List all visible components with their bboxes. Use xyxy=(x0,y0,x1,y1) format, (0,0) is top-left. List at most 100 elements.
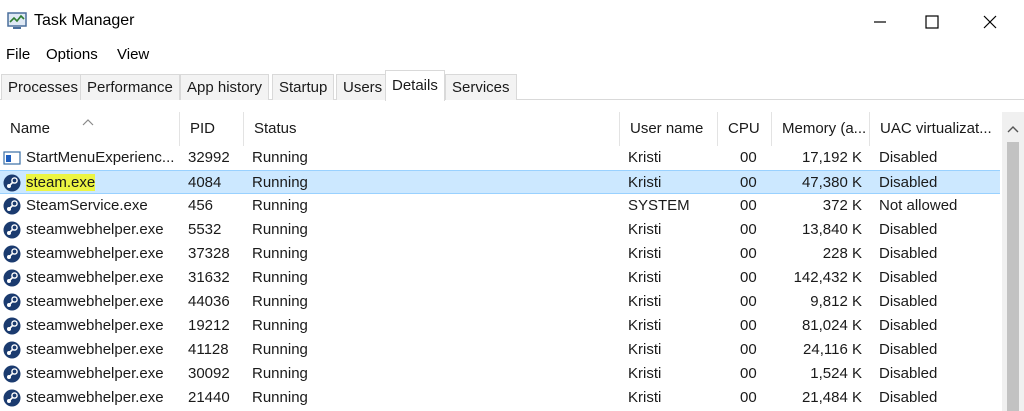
process-cpu: 00 xyxy=(740,341,757,358)
process-pid: 4084 xyxy=(188,174,222,191)
process-status: Running xyxy=(252,341,308,358)
column-header-cpu[interactable]: CPU xyxy=(718,112,772,146)
table-row[interactable]: steam.exe 4084 Running Kristi 00 47,380 K Disa… xyxy=(0,170,1000,194)
process-pid: 37328 xyxy=(188,245,230,262)
tab-strip: Processes Performance App history Startu… xyxy=(0,70,1024,101)
process-memory: 9,812 K xyxy=(810,293,862,310)
steam-icon xyxy=(3,365,21,383)
process-memory: 21,484 K xyxy=(801,389,862,406)
tab-startup[interactable]: Startup xyxy=(272,74,335,100)
process-pid: 30092 xyxy=(188,365,230,382)
scrollbar-thumb[interactable] xyxy=(1007,142,1019,411)
process-status: Running xyxy=(252,221,308,238)
process-name: steamwebhelper.exe xyxy=(26,341,164,358)
process-cpu: 00 xyxy=(740,149,757,166)
table-row[interactable]: steamwebhelper.exe 31632 Running Kristi 00 14… xyxy=(0,266,1000,290)
process-pid: 5532 xyxy=(188,221,222,238)
table-row[interactable]: steamwebhelper.exe 5532 Running Kristi 00 13,… xyxy=(0,218,1000,242)
process-uac: Disabled xyxy=(879,245,938,262)
process-uac: Disabled xyxy=(879,174,938,191)
process-cpu: 00 xyxy=(740,174,757,191)
start-menu-app-icon xyxy=(3,149,21,167)
process-user: Kristi xyxy=(628,389,662,406)
process-memory: 24,116 K xyxy=(803,341,862,358)
scroll-up-icon[interactable] xyxy=(1007,120,1019,137)
process-memory: 81,024 K xyxy=(801,317,862,334)
table-row[interactable]: StartMenuExperienc... 32992 Running Kristi 0… xyxy=(0,146,1000,170)
title-bar: Task Manager xyxy=(0,0,1024,44)
vertical-scrollbar[interactable] xyxy=(1002,112,1024,411)
menu-options[interactable]: Options xyxy=(46,46,98,63)
process-cpu: 00 xyxy=(740,317,757,334)
process-user: Kristi xyxy=(628,317,662,334)
task-manager-icon xyxy=(7,12,27,30)
process-memory: 17,192 K xyxy=(801,149,862,166)
menu-file[interactable]: File xyxy=(6,46,30,63)
steam-icon xyxy=(3,221,21,239)
tab-services[interactable]: Services xyxy=(445,74,517,100)
table-row[interactable]: steamwebhelper.exe 44036 Running Kristi 00 9,… xyxy=(0,290,1000,314)
tab-processes[interactable]: Processes xyxy=(1,74,86,100)
process-user: Kristi xyxy=(628,293,662,310)
menu-view[interactable]: View xyxy=(117,46,149,63)
process-pid: 456 xyxy=(188,197,214,214)
column-header-memory[interactable]: Memory (a... xyxy=(772,112,870,146)
process-uac: Disabled xyxy=(879,341,938,358)
column-header-name[interactable]: Name xyxy=(0,112,180,146)
process-user: Kristi xyxy=(628,245,662,262)
process-status: Running xyxy=(252,389,308,406)
process-memory: 47,380 K xyxy=(801,174,862,191)
steam-icon xyxy=(3,293,21,311)
process-status: Running xyxy=(252,269,308,286)
window-title: Task Manager xyxy=(34,12,135,29)
process-status: Running xyxy=(252,245,308,262)
process-pid: 31632 xyxy=(188,269,230,286)
process-pid: 32992 xyxy=(188,149,230,166)
tab-details[interactable]: Details xyxy=(385,70,445,101)
steam-icon xyxy=(3,269,21,287)
process-cpu: 00 xyxy=(740,293,757,310)
steam-icon xyxy=(3,174,21,192)
process-uac: Disabled xyxy=(879,389,938,406)
process-user: Kristi xyxy=(628,221,662,238)
tab-users[interactable]: Users xyxy=(336,74,390,100)
process-status: Running xyxy=(252,293,308,310)
column-header-pid[interactable]: PID xyxy=(180,112,244,146)
process-cpu: 00 xyxy=(740,365,757,382)
table-row[interactable]: SteamService.exe 456 Running SYSTEM 00 372 K N… xyxy=(0,194,1000,218)
process-cpu: 00 xyxy=(740,389,757,406)
process-user: Kristi xyxy=(628,269,662,286)
process-uac: Disabled xyxy=(879,269,938,286)
process-name: steam.exe xyxy=(26,171,180,195)
process-uac: Disabled xyxy=(879,317,938,334)
process-uac: Disabled xyxy=(879,365,938,382)
process-name-highlight: steam.exe xyxy=(26,174,96,191)
table-row[interactable]: steamwebhelper.exe 19212 Running Kristi 00 81… xyxy=(0,314,1000,338)
process-name: steamwebhelper.exe xyxy=(26,365,164,382)
process-user: Kristi xyxy=(628,149,662,166)
table-row[interactable]: steamwebhelper.exe 41128 Running Kristi 00 24… xyxy=(0,338,1000,362)
column-header-status[interactable]: Status xyxy=(244,112,620,146)
tab-performance[interactable]: Performance xyxy=(80,74,180,100)
process-uac: Disabled xyxy=(879,221,938,238)
process-pid: 44036 xyxy=(188,293,230,310)
process-memory: 228 K xyxy=(822,245,862,262)
process-cpu: 00 xyxy=(740,197,757,214)
minimize-icon[interactable] xyxy=(866,8,894,36)
process-memory: 13,840 K xyxy=(801,221,862,238)
column-header-uac[interactable]: UAC virtualizat... xyxy=(870,112,1000,146)
process-name: steamwebhelper.exe xyxy=(26,389,164,406)
process-name: steamwebhelper.exe xyxy=(26,245,164,262)
table-header: Name PID Status User name CPU Memory (a.… xyxy=(0,112,1024,146)
process-status: Running xyxy=(252,149,308,166)
process-pid: 41128 xyxy=(188,341,229,358)
table-row[interactable]: steamwebhelper.exe 30092 Running Kristi 00 1,… xyxy=(0,362,1000,386)
maximize-icon[interactable] xyxy=(918,8,946,36)
column-header-user-name[interactable]: User name xyxy=(620,112,718,146)
table-row[interactable]: steamwebhelper.exe 21440 Running Kristi 00 21… xyxy=(0,386,1000,410)
close-icon[interactable] xyxy=(976,8,1004,36)
tab-app-history[interactable]: App history xyxy=(180,74,270,100)
process-status: Running xyxy=(252,365,308,382)
table-row[interactable]: steamwebhelper.exe 37328 Running Kristi 00 22… xyxy=(0,242,1000,266)
process-pid: 21440 xyxy=(188,389,230,406)
